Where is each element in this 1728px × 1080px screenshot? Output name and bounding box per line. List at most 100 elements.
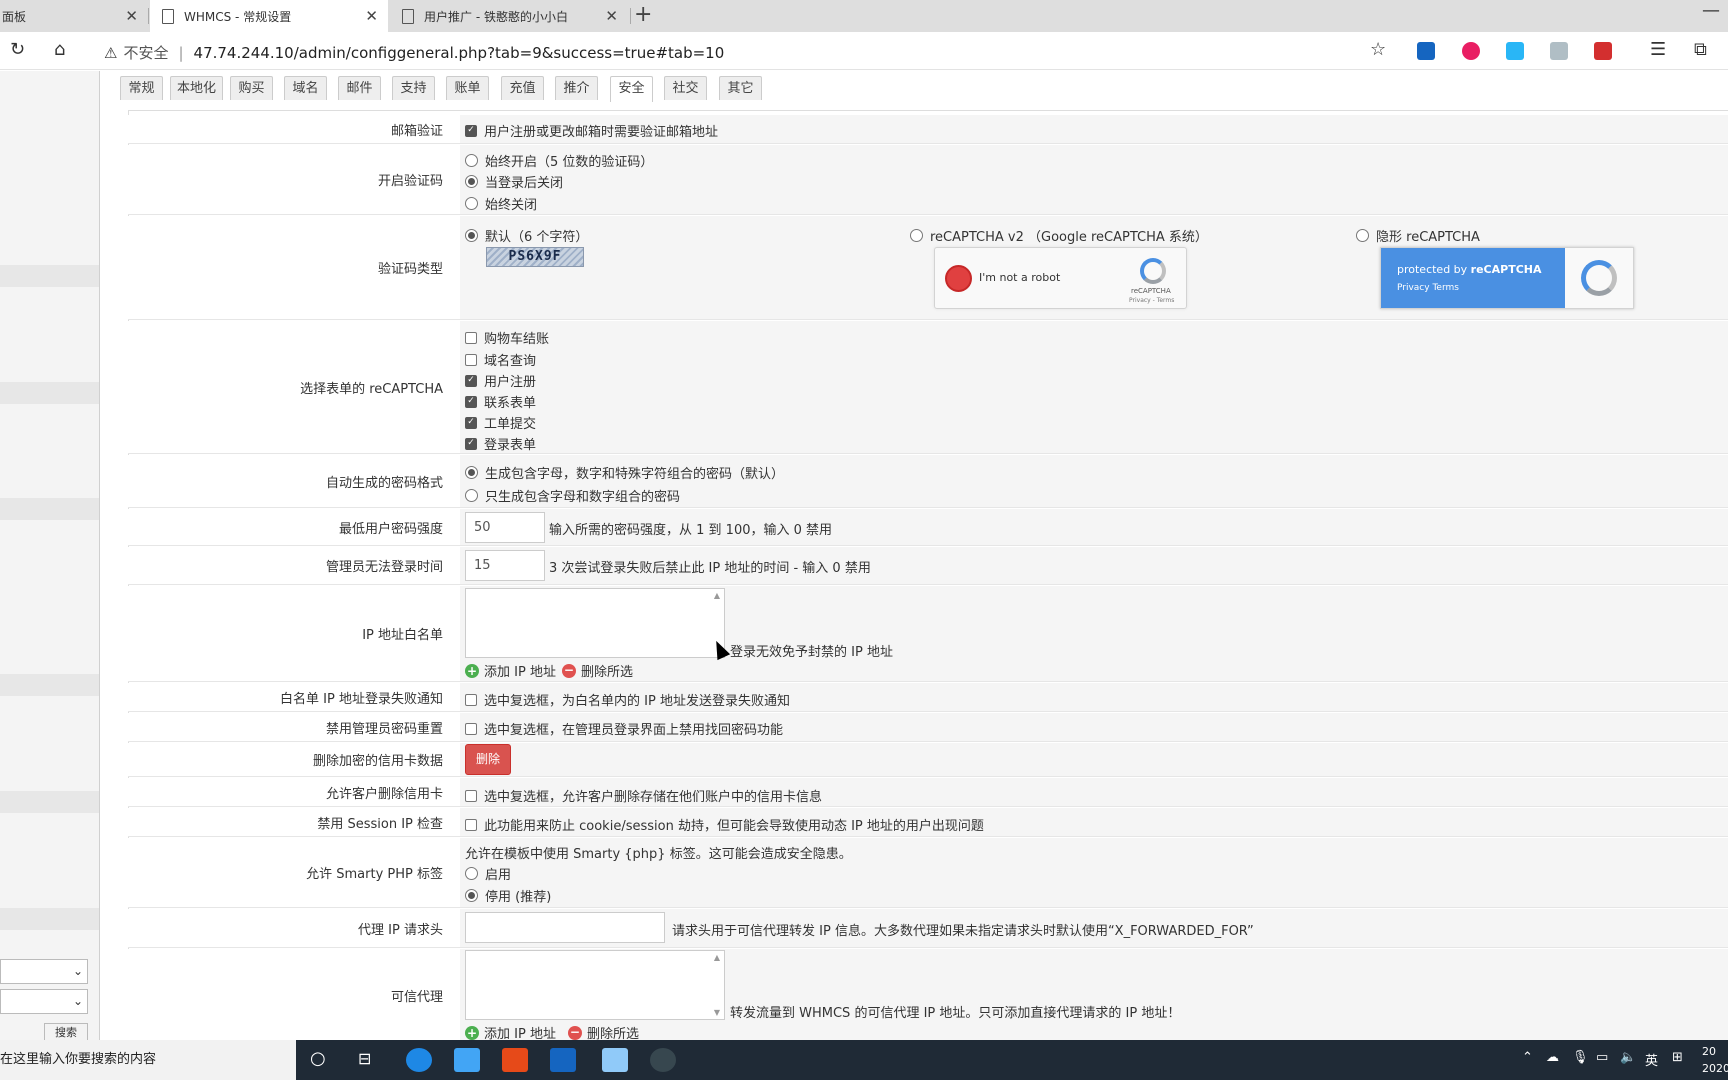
checkbox[interactable]: [465, 722, 477, 735]
tray-chevron-icon[interactable]: ⌃: [1522, 1050, 1533, 1065]
tab-other[interactable]: 其它: [719, 76, 762, 100]
captcha-off-after-login-radio[interactable]: 当登录后关闭: [465, 172, 563, 191]
checkbox[interactable]: [465, 789, 477, 802]
password-format-full-radio[interactable]: 生成包含字母，数字和特殊字符组合的密码（默认）: [465, 463, 784, 482]
url-text[interactable]: 47.74.244.10/admin/configgeneral.php?tab…: [194, 44, 725, 62]
extension-blue-icon[interactable]: [1506, 42, 1524, 60]
checkbox-checked[interactable]: ✓: [465, 416, 477, 429]
captcha-always-radio[interactable]: 始终开启（5 位数的验证码）: [465, 151, 653, 170]
volume-icon[interactable]: 🔈: [1620, 1050, 1636, 1065]
extension-red-icon[interactable]: [1594, 42, 1612, 60]
proxy-header-input[interactable]: [465, 912, 665, 943]
edge-browser-icon[interactable]: [406, 1048, 432, 1072]
ip-whitelist-textarea[interactable]: ▲: [465, 588, 725, 658]
checkbox-checked[interactable]: ✓: [465, 374, 477, 387]
close-tab-icon[interactable]: ✕: [125, 7, 138, 25]
extension-gray-icon[interactable]: [1550, 42, 1568, 60]
radio[interactable]: [465, 867, 478, 880]
home-icon[interactable]: ⌂: [54, 39, 65, 60]
tab-credit[interactable]: 充值: [501, 76, 544, 100]
browser-tab-referral[interactable]: 用户推广 - 铁憨憨的小小白 ✕: [390, 0, 628, 32]
radio[interactable]: [465, 197, 478, 210]
app-icon[interactable]: [602, 1048, 628, 1072]
sidebar-select[interactable]: ⌄: [0, 989, 88, 1014]
checkbox[interactable]: [465, 331, 477, 344]
tab-social[interactable]: 社交: [664, 76, 707, 100]
tab-general[interactable]: 常规: [120, 76, 163, 100]
minimize-window-icon[interactable]: —: [1702, 0, 1720, 21]
tab-affiliates[interactable]: 推介: [555, 76, 598, 100]
checkbox-checked[interactable]: ✓: [465, 124, 477, 137]
trusted-proxies-textarea[interactable]: ▲ ▼: [465, 950, 725, 1020]
app-icon[interactable]: [550, 1048, 576, 1072]
microphone-icon[interactable]: 🎙: [1572, 1050, 1589, 1065]
collections-icon[interactable]: ⧉: [1694, 39, 1707, 60]
recaptcha-register-checkbox[interactable]: ✓ 用户注册: [465, 371, 536, 390]
recaptcha-domain-checkbox[interactable]: 域名查询: [465, 350, 536, 369]
captcha-recaptcha-v2-radio[interactable]: reCAPTCHA v2 （Google reCAPTCHA 系统）: [910, 226, 1208, 245]
browser-tab-panel[interactable]: 面板 ✕: [0, 0, 148, 32]
cortana-icon[interactable]: ○: [310, 1048, 326, 1069]
extension-arrow-icon[interactable]: [1417, 42, 1435, 60]
recaptcha-checkout-checkbox[interactable]: 购物车结账: [465, 328, 549, 347]
radio[interactable]: [465, 154, 478, 167]
captcha-never-radio[interactable]: 始终关闭: [465, 194, 537, 213]
extension-pink-icon[interactable]: [1462, 42, 1480, 60]
tab-localisation[interactable]: 本地化: [170, 76, 223, 100]
tab-invoices[interactable]: 账单: [446, 76, 489, 100]
network-icon[interactable]: ▭: [1596, 1050, 1608, 1065]
mail-icon[interactable]: [454, 1048, 480, 1072]
favorites-icon[interactable]: ☰: [1650, 39, 1666, 60]
star-icon[interactable]: ☆: [1370, 39, 1386, 60]
scroll-up-icon[interactable]: ▲: [714, 953, 720, 962]
radio[interactable]: [910, 229, 923, 242]
onedrive-icon[interactable]: ☁: [1546, 1050, 1559, 1065]
sidebar-select[interactable]: ⌄: [0, 959, 88, 984]
close-tab-icon[interactable]: ✕: [605, 7, 618, 25]
add-ip-link[interactable]: + 添加 IP 地址: [465, 661, 556, 680]
browser-tab-whmcs[interactable]: WHMCS - 常规设置 ✕: [150, 0, 388, 32]
radio[interactable]: [1356, 229, 1369, 242]
ime-indicator[interactable]: 英: [1645, 1050, 1658, 1069]
whitelist-notify-checkbox[interactable]: 选中复选框，为白名单内的 IP 地址发送登录失败通知: [465, 690, 790, 709]
min-password-strength-input[interactable]: 50: [465, 512, 545, 543]
checkbox-checked[interactable]: ✓: [465, 437, 477, 450]
captcha-default-radio[interactable]: 默认（6 个字符）: [465, 226, 588, 245]
delete-cc-button[interactable]: 删除: [465, 744, 511, 775]
recaptcha-contact-checkbox[interactable]: ✓ 联系表单: [465, 392, 536, 411]
checkbox[interactable]: [465, 693, 477, 706]
checkbox-checked[interactable]: ✓: [465, 395, 477, 408]
allow-client-cc-delete-checkbox[interactable]: 选中复选框，允许客户删除存储在他们账户中的信用卡信息: [465, 786, 822, 805]
checkbox[interactable]: [465, 818, 477, 831]
new-tab-icon[interactable]: +: [634, 2, 652, 27]
email-verify-checkbox[interactable]: ✓ 用户注册或更改邮箱时需要验证邮箱地址: [465, 121, 718, 140]
recaptcha-ticket-checkbox[interactable]: ✓ 工单提交: [465, 413, 536, 432]
tab-mail[interactable]: 邮件: [338, 76, 381, 100]
address-bar[interactable]: ⚠ 不安全 | 47.74.244.10/admin/configgeneral…: [104, 42, 724, 63]
tab-ordering[interactable]: 购买: [230, 76, 273, 100]
refresh-icon[interactable]: ↻: [10, 39, 25, 60]
tab-domains[interactable]: 域名: [284, 76, 327, 100]
close-tab-icon[interactable]: ✕: [365, 7, 378, 25]
scroll-up-icon[interactable]: ▲: [714, 591, 720, 600]
obs-icon[interactable]: [650, 1048, 676, 1072]
smarty-disable-radio[interactable]: 停用 (推荐): [465, 886, 551, 905]
clock[interactable]: 20 2020: [1702, 1043, 1728, 1077]
smarty-enable-radio[interactable]: 启用: [465, 864, 511, 883]
recaptcha-login-checkbox[interactable]: ✓ 登录表单: [465, 434, 536, 453]
radio[interactable]: [465, 489, 478, 502]
office-icon[interactable]: [502, 1048, 528, 1072]
ime-keyboard-icon[interactable]: ⊞: [1672, 1050, 1683, 1065]
admin-ban-time-input[interactable]: 15: [465, 550, 545, 581]
radio-selected[interactable]: [465, 466, 478, 479]
disable-admin-reset-checkbox[interactable]: 选中复选框，在管理员登录界面上禁用找回密码功能: [465, 719, 783, 738]
tab-support[interactable]: 支持: [392, 76, 435, 100]
scroll-down-icon[interactable]: ▼: [714, 1008, 720, 1017]
remove-selected-link[interactable]: − 删除所选: [561, 661, 633, 680]
radio-selected[interactable]: [465, 889, 478, 902]
password-format-alnum-radio[interactable]: 只生成包含字母和数字组合的密码: [465, 486, 680, 505]
radio-selected[interactable]: [465, 229, 478, 242]
disable-session-ip-checkbox[interactable]: 此功能用来防止 cookie/session 劫持，但可能会导致使用动态 IP …: [465, 815, 984, 834]
captcha-invisible-radio[interactable]: 隐形 reCAPTCHA: [1356, 226, 1480, 245]
taskbar-search-box[interactable]: 在这里输入你要搜索的内容: [0, 1040, 296, 1080]
